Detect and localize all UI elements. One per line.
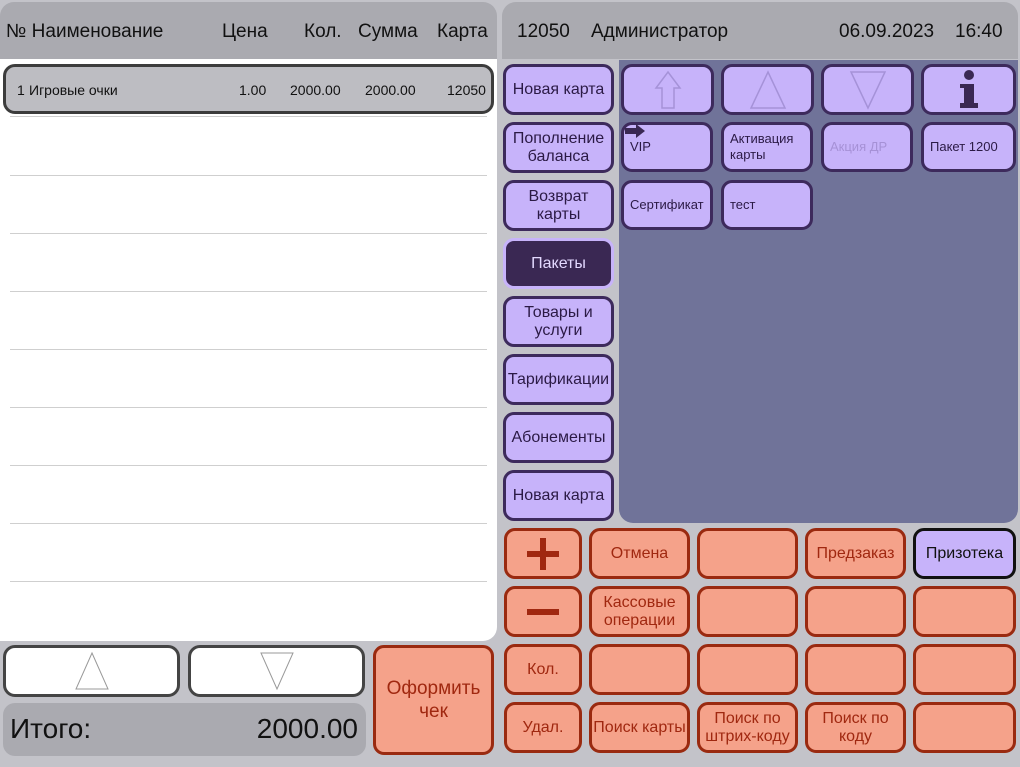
tile-package-1200-label: Пакет 1200 bbox=[930, 139, 998, 154]
empty-button-8[interactable] bbox=[913, 644, 1016, 695]
empty-button-2[interactable] bbox=[697, 586, 798, 637]
tile-package-1200[interactable]: Пакет 1200 bbox=[921, 122, 1016, 172]
category-goods-services[interactable]: Товары и услуги bbox=[503, 296, 614, 347]
row-card: 12050 bbox=[447, 82, 486, 98]
nav-top-button[interactable] bbox=[621, 64, 714, 115]
category-card-return[interactable]: Возврат карты bbox=[503, 180, 614, 231]
total-label: Итого: bbox=[10, 713, 92, 744]
find-code-button[interactable]: Поиск по коду bbox=[805, 702, 906, 753]
arrow-up-icon bbox=[749, 69, 786, 109]
category-packages[interactable]: Пакеты bbox=[503, 238, 614, 289]
card-number: 12050 bbox=[517, 21, 570, 42]
empty-button-4[interactable] bbox=[913, 586, 1016, 637]
empty-button-6[interactable] bbox=[697, 644, 798, 695]
empty-button-1[interactable] bbox=[697, 528, 798, 579]
category-tariffs[interactable]: Тарификации bbox=[503, 354, 614, 405]
empty-button-7[interactable] bbox=[805, 644, 906, 695]
tile-test-label: тест bbox=[730, 197, 756, 212]
row-num: 1 bbox=[17, 82, 25, 98]
column-card: Карта bbox=[437, 21, 488, 42]
plus-button[interactable] bbox=[504, 528, 582, 579]
column-qty: Кол. bbox=[304, 21, 342, 42]
current-date: 06.09.2023 bbox=[839, 21, 935, 42]
info-button[interactable] bbox=[921, 64, 1016, 115]
total-value: 2000.00 bbox=[256, 713, 358, 744]
scroll-up-button[interactable] bbox=[3, 645, 180, 697]
arrow-up-icon bbox=[74, 651, 109, 690]
column-sum: Сумма bbox=[358, 21, 418, 42]
tile-card-activation-label: Активация карты bbox=[730, 131, 794, 162]
empty-button-9[interactable] bbox=[913, 702, 1016, 753]
find-barcode-button[interactable]: Поиск по штрих-коду bbox=[697, 702, 798, 753]
arrow-down-icon bbox=[849, 70, 886, 110]
tile-certificate-label: Сертификат bbox=[630, 197, 704, 212]
tile-birthday-promo: Акция ДР bbox=[821, 122, 913, 172]
find-card-button[interactable]: Поиск карты bbox=[589, 702, 690, 753]
receipt-row-selected[interactable]: 1 Игровые очки 1.00 2000.00 2000.00 1205… bbox=[3, 64, 494, 114]
receipt-list[interactable] bbox=[0, 59, 497, 641]
preorder-button[interactable]: Предзаказ bbox=[805, 528, 906, 579]
checkout-button[interactable]: Оформить чек bbox=[373, 645, 494, 755]
prize-button[interactable]: Призотека bbox=[913, 528, 1016, 579]
nav-down-button[interactable] bbox=[821, 64, 914, 115]
arrow-right-icon bbox=[625, 124, 645, 138]
tile-card-activation[interactable]: Активация карты bbox=[721, 122, 813, 172]
status-bar: 12050 Администратор 06.09.2023 16:40 bbox=[502, 2, 1018, 59]
empty-button-5[interactable] bbox=[589, 644, 690, 695]
current-time: 16:40 bbox=[955, 21, 1003, 42]
category-top-up[interactable]: Пополнение баланса bbox=[503, 122, 614, 173]
category-new-card-2[interactable]: Новая карта bbox=[503, 470, 614, 521]
quantity-button[interactable]: Кол. bbox=[504, 644, 582, 695]
column-num-name: № Наименование bbox=[6, 21, 164, 42]
row-name: Игровые очки bbox=[29, 82, 118, 98]
row-sum: 2000.00 bbox=[365, 82, 416, 98]
row-qty: 2000.00 bbox=[290, 82, 341, 98]
scroll-down-button[interactable] bbox=[188, 645, 365, 697]
tile-birthday-promo-label: Акция ДР bbox=[830, 139, 888, 154]
delete-button[interactable]: Удал. bbox=[504, 702, 582, 753]
info-icon bbox=[959, 69, 978, 108]
user-name: Администратор bbox=[591, 21, 729, 42]
tile-certificate[interactable]: Сертификат bbox=[621, 180, 713, 230]
receipt-header: № Наименование Цена Кол. Сумма Карта bbox=[0, 2, 497, 59]
nav-up-button[interactable] bbox=[721, 64, 814, 115]
tile-test[interactable]: тест bbox=[721, 180, 813, 230]
tile-vip-label: VIP bbox=[630, 139, 651, 154]
cash-operations-button[interactable]: Кассовые операции bbox=[589, 586, 690, 637]
minus-icon bbox=[527, 608, 559, 615]
arrow-up-to-top-icon bbox=[654, 70, 681, 109]
category-new-card[interactable]: Новая карта bbox=[503, 64, 614, 115]
minus-button[interactable] bbox=[504, 586, 582, 637]
arrow-down-icon bbox=[259, 652, 294, 691]
row-price: 1.00 bbox=[239, 82, 267, 98]
category-subscriptions[interactable]: Абонементы bbox=[503, 412, 614, 463]
total-box: Итого: 2000.00 bbox=[3, 703, 366, 756]
tile-vip[interactable]: VIP bbox=[621, 122, 713, 172]
plus-icon bbox=[527, 537, 559, 570]
empty-button-3[interactable] bbox=[805, 586, 906, 637]
cancel-button[interactable]: Отмена bbox=[589, 528, 690, 579]
column-price: Цена bbox=[222, 21, 268, 42]
